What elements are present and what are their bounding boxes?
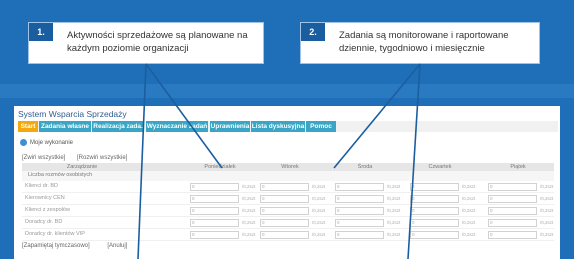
connector-line (333, 63, 421, 169)
callout-connector-lines (137, 63, 421, 259)
connector-line (407, 63, 421, 259)
connector-line (145, 63, 223, 169)
connector-line (137, 63, 147, 259)
